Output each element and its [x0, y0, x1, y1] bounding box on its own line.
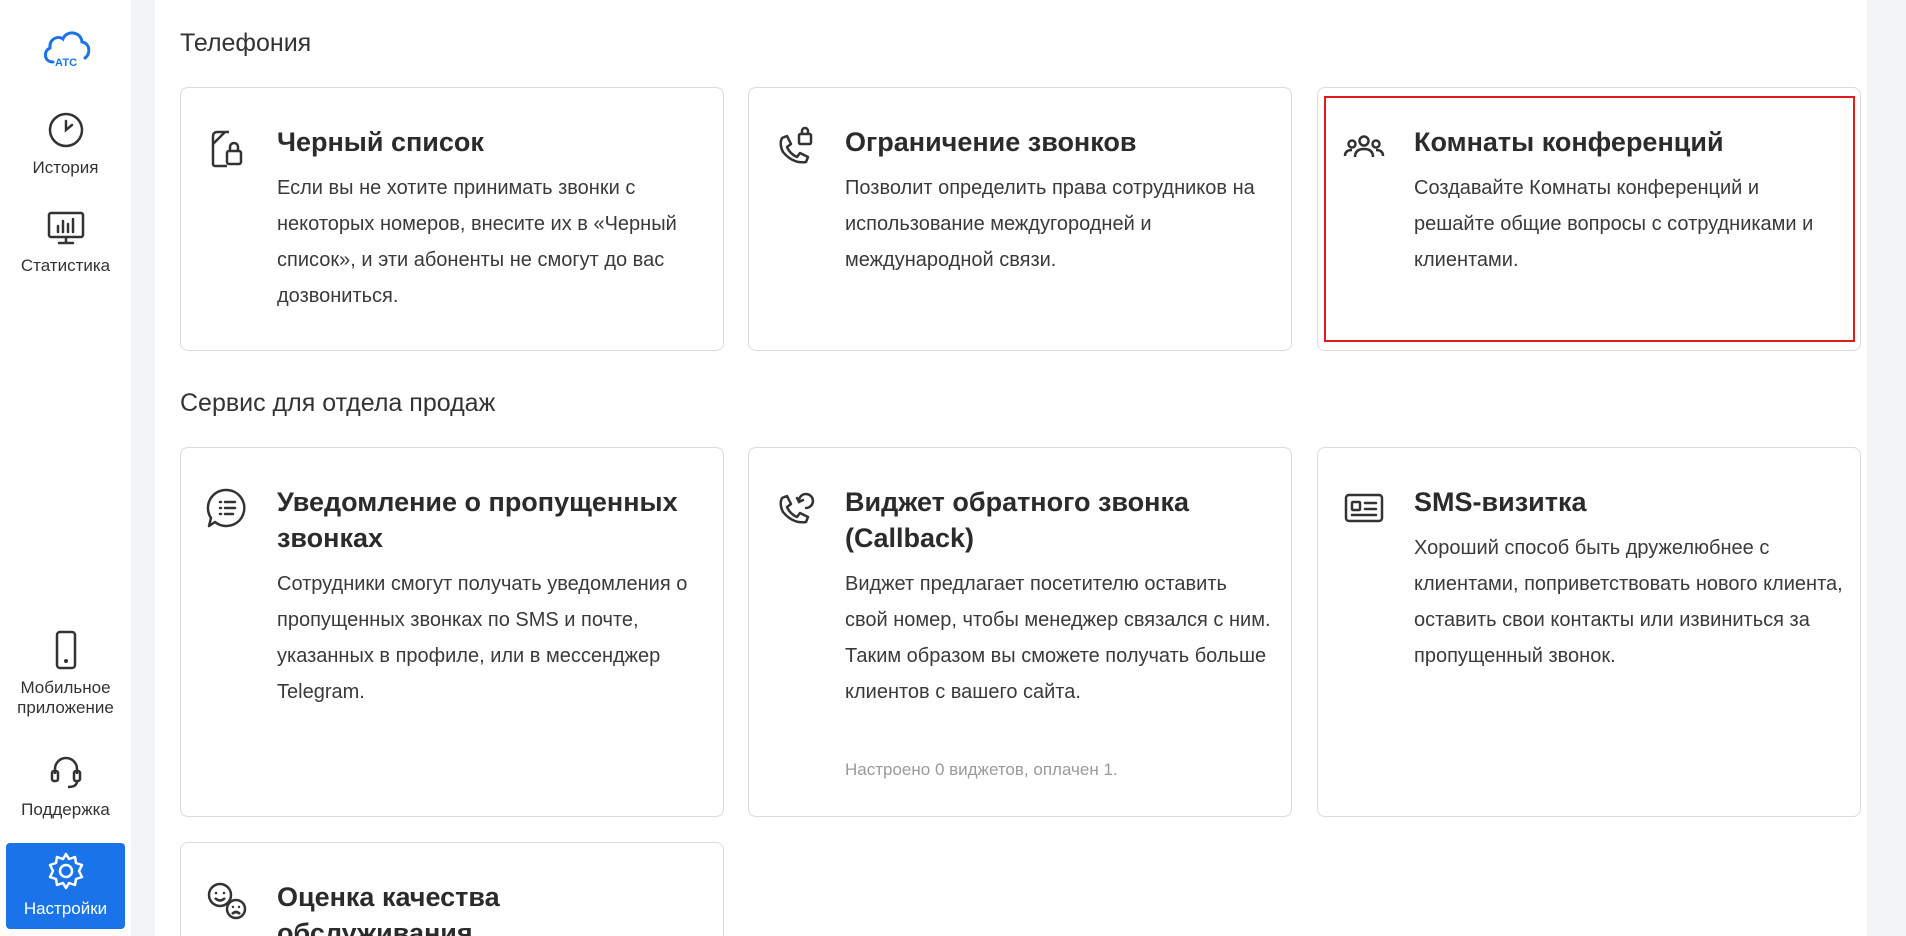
clock-icon	[48, 112, 83, 148]
card-callback-widget[interactable]: Виджет обратного звонка (Callback) Видже…	[748, 447, 1292, 817]
section-title-telephony: Телефония	[180, 29, 312, 57]
card-description: Позволит определить права сотрудников на…	[845, 177, 1255, 271]
card-title: Ограничение звонков	[845, 127, 1137, 157]
smiley-faces-icon	[207, 882, 247, 920]
chart-monitor-icon	[47, 211, 84, 245]
card-title: Оценка качества обслуживания	[277, 882, 500, 936]
phone-icon	[55, 630, 76, 670]
logo-text: АТС	[55, 57, 77, 69]
chat-list-icon	[206, 488, 246, 528]
nav-item-label: История	[32, 158, 99, 177]
card-description: Виджет предлагает посетителю оставить св…	[845, 573, 1271, 703]
nav-item-label: Поддержка	[21, 800, 110, 819]
card-title: Виджет обратного звонка (Callback)	[845, 487, 1189, 553]
card-description: Сотрудники смогут получать уведомления о…	[277, 573, 688, 703]
card-title: SMS-визитка	[1414, 487, 1587, 517]
nav-item-statistics[interactable]: Статистика	[6, 208, 125, 276]
card-description: Хороший способ быть дружелюбнее с клиент…	[1414, 537, 1843, 667]
nav-item-label: Настройки	[23, 899, 108, 918]
logo[interactable]: АТС	[40, 24, 92, 70]
card-call-restriction[interactable]: Ограничение звонков Позволит определить …	[748, 87, 1292, 351]
nav-item-settings[interactable]: Настройки	[6, 843, 125, 929]
gear-icon	[48, 852, 83, 890]
cloud-logo-icon: АТС	[44, 31, 91, 69]
card-description: Если вы не хотите принимать звонки с нек…	[277, 177, 677, 307]
lock-document-icon	[211, 130, 243, 168]
sidebar: АТС История Статистика Мобильное приложе…	[0, 0, 131, 936]
card-sms-business-card[interactable]: SMS-визитка Хороший способ быть дружелюб…	[1317, 447, 1861, 817]
headset-icon	[50, 756, 81, 789]
nav-item-label: Мобильное приложение	[17, 678, 114, 717]
id-card-icon	[1344, 493, 1384, 523]
card-title: Уведомление о пропущенных звонках	[277, 487, 678, 553]
card-service-quality[interactable]: Оценка качества обслуживания	[180, 842, 724, 936]
section-title-sales: Сервис для отдела продаж	[180, 389, 496, 417]
selection-highlight	[1324, 96, 1855, 342]
phone-callback-icon	[779, 492, 815, 524]
nav-item-support[interactable]: Поддержка	[6, 752, 125, 820]
card-black-list[interactable]: Черный список Если вы не хотите принимат…	[180, 87, 724, 351]
phone-lock-icon	[779, 126, 813, 164]
card-missed-calls-notification[interactable]: Уведомление о пропущенных звонках Сотруд…	[180, 447, 724, 817]
main-content: Телефония Черный список Если вы не хотит…	[155, 0, 1867, 936]
card-title: Черный список	[277, 127, 484, 157]
nav-item-history[interactable]: История	[6, 110, 125, 178]
card-note: Настроено 0 виджетов, оплачен 1.	[845, 760, 1118, 779]
nav-item-label: Статистика	[20, 256, 111, 275]
nav-item-mobile-app[interactable]: Мобильное приложение	[6, 630, 125, 718]
